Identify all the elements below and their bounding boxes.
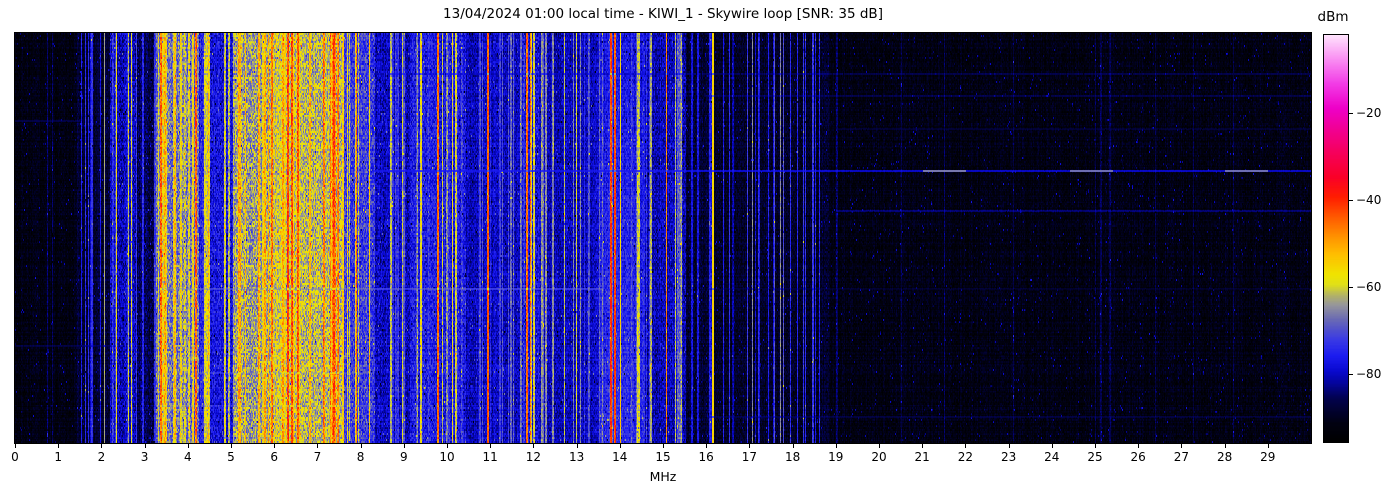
x-tick-label: 5 [227,450,235,464]
x-tick [274,444,276,448]
x-tick [231,444,232,448]
x-tick [317,444,319,448]
x-tick [1224,444,1226,448]
colorbar-tick-label: −40 [1356,193,1382,207]
x-tick-label: 1 [54,450,62,464]
x-tick-label: 20 [871,450,887,464]
x-tick-label: 10 [439,450,455,464]
x-tick [965,444,967,448]
x-tick-label: 7 [313,450,322,464]
x-tick [15,444,16,448]
x-tick-label: 13 [568,450,585,464]
x-tick-label: 0 [11,450,19,464]
x-tick [922,444,924,448]
spectrogram-plot [14,32,1312,444]
colorbar-canvas [1324,35,1348,442]
x-tick [663,444,664,448]
x-tick [1267,444,1269,448]
colorbar [1323,34,1349,443]
colorbar-tick [1349,373,1353,375]
spectrogram-figure: 13/04/2024 01:00 local time - KIWI_1 - S… [0,0,1400,500]
x-axis-label: MHz [649,469,677,484]
x-tick-label: 8 [356,450,365,464]
x-tick-label: 6 [270,450,278,464]
x-tick [360,444,362,448]
x-tick-label: 22 [957,450,974,464]
x-tick [1095,444,1096,448]
x-tick [749,444,751,448]
x-tick-label: 18 [784,450,801,464]
x-tick [619,444,621,448]
x-tick-label: 17 [741,450,758,464]
x-tick [835,444,837,448]
chart-title: 13/04/2024 01:00 local time - KIWI_1 - S… [443,6,883,22]
x-tick-label: 12 [525,450,542,464]
x-tick-label: 21 [914,450,930,464]
x-tick [58,444,60,448]
x-tick-label: 29 [1260,450,1276,464]
colorbar-tick-label: −60 [1356,279,1382,294]
x-tick-label: 27 [1173,450,1190,464]
x-tick-label: 4 [183,450,192,464]
colorbar-tick [1349,200,1353,201]
x-tick-label: 26 [1130,450,1146,464]
x-tick-label: 25 [1087,450,1103,464]
x-tick [792,444,794,448]
x-tick [490,444,492,448]
x-tick [1008,444,1010,448]
x-tick-label: 3 [140,450,149,464]
x-tick-label: 11 [482,450,498,464]
x-tick-label: 9 [399,450,408,464]
x-tick [1138,444,1140,448]
x-tick [533,444,535,448]
x-tick [1181,444,1183,448]
x-tick [144,444,146,448]
x-tick [576,444,578,448]
x-tick [1051,444,1053,448]
x-tick-label: 28 [1216,450,1233,464]
colorbar-tick-label: −20 [1356,106,1382,121]
colorbar-tick [1349,113,1353,115]
x-tick-label: 14 [612,450,628,464]
x-tick-label: 16 [698,450,714,464]
colorbar-label: dBm [1317,9,1349,25]
x-tick [403,444,405,448]
x-tick [101,444,103,448]
x-tick-label: 24 [1044,450,1060,464]
x-tick [879,444,880,448]
spectrogram-canvas [15,33,1311,443]
x-tick [706,444,708,448]
colorbar-tick [1349,286,1353,288]
x-tick-label: 2 [97,450,106,464]
x-tick [447,444,448,448]
x-tick-label: 19 [828,450,844,464]
x-tick-label: 15 [655,450,671,464]
colorbar-tick-label: −80 [1356,366,1382,381]
x-tick-label: 23 [1000,450,1017,464]
x-tick [187,444,189,448]
